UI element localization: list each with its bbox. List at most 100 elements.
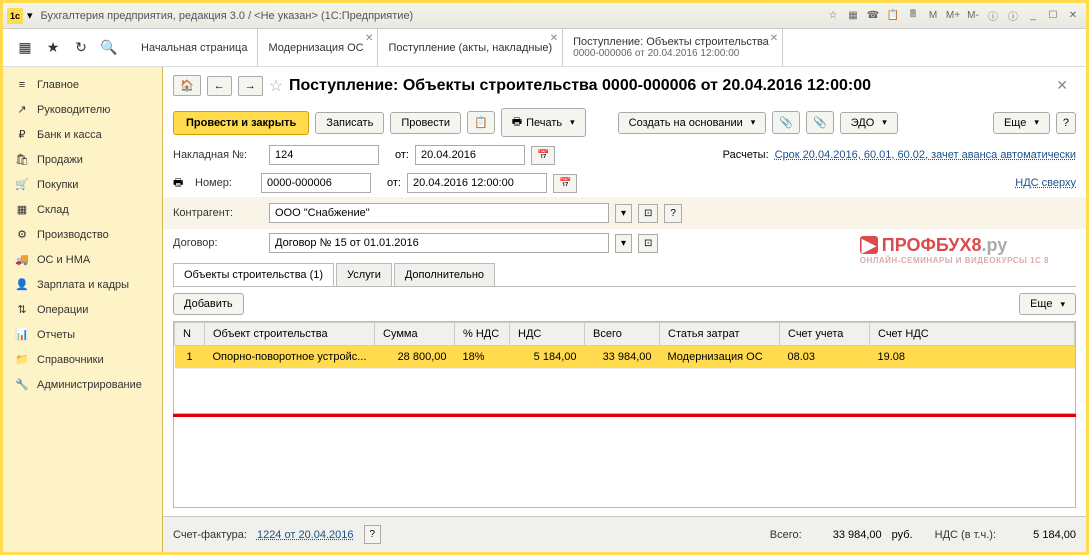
close-document-icon[interactable]: ✕ — [1048, 77, 1076, 94]
maximize-icon[interactable]: ☐ — [1044, 8, 1062, 24]
toolbar-m[interactable]: M — [924, 8, 942, 24]
tab-home[interactable]: Начальная страница — [131, 29, 258, 66]
subtab-additional[interactable]: Дополнительно — [394, 263, 495, 286]
tab-close-icon[interactable]: ✕ — [770, 33, 778, 44]
calculations-link[interactable]: Срок 20.04.2016, 60.01, 60.02, зачет ава… — [775, 149, 1076, 161]
toolbar-mminus[interactable]: M- — [964, 8, 982, 24]
datetime-input[interactable] — [407, 173, 547, 193]
vat-total-label: НДС (в т.ч.): — [935, 529, 996, 541]
sidebar-item-directories[interactable]: 📁Справочники — [3, 347, 162, 372]
cell-acct[interactable]: 08.03 — [780, 346, 870, 369]
cell-vat-acct[interactable]: 19.08 — [870, 346, 1075, 369]
items-grid[interactable]: N Объект строительства Сумма % НДС НДС В… — [173, 321, 1076, 414]
dropdown-icon[interactable]: ▾ — [615, 234, 632, 253]
transfer-icon: ⇅ — [15, 303, 29, 316]
toolbar-icon[interactable]: ▦ — [844, 8, 862, 24]
create-based-button[interactable]: Создать на основании — [618, 112, 767, 134]
minimize-icon[interactable]: _ — [1024, 8, 1042, 24]
info-icon[interactable]: ⓘ — [1004, 8, 1022, 24]
calendar-icon[interactable]: 📅 — [531, 146, 555, 165]
cell-vat[interactable]: 5 184,00 — [510, 346, 585, 369]
movements-button[interactable]: 📋 — [467, 111, 495, 134]
help-icon[interactable]: ? — [364, 525, 382, 544]
cell-sum[interactable]: 28 800,00 — [375, 346, 455, 369]
star-icon[interactable]: ★ — [43, 38, 63, 58]
tab-modernization[interactable]: Модернизация ОС✕ — [258, 29, 378, 66]
tab-current-doc[interactable]: Поступление: Объекты строительства0000-0… — [563, 29, 783, 66]
edo-button[interactable]: ЭДО — [840, 112, 898, 134]
subtab-objects[interactable]: Объекты строительства (1) — [173, 263, 334, 286]
print-button[interactable]: 🖶 Печать — [501, 108, 586, 137]
toolbar-mplus[interactable]: M+ — [944, 8, 962, 24]
history-icon[interactable]: ↻ — [71, 38, 91, 58]
sidebar-item-main[interactable]: ≡Главное — [3, 73, 162, 97]
contract-input[interactable] — [269, 233, 609, 253]
vat-mode-link[interactable]: НДС сверху — [1015, 177, 1076, 189]
person-icon: 👤 — [15, 278, 29, 291]
forward-button[interactable]: → — [238, 76, 263, 96]
toolbar-icon[interactable]: 🖩 — [904, 8, 922, 24]
table-row[interactable]: 1 Опорно-поворотное устройс... 28 800,00… — [175, 346, 1075, 369]
post-button[interactable]: Провести — [390, 112, 461, 134]
sidebar-item-sales[interactable]: 🛍Продажи — [3, 147, 162, 172]
col-sum[interactable]: Сумма — [375, 323, 455, 346]
col-cost-item[interactable]: Статья затрат — [660, 323, 780, 346]
help-button[interactable]: ? — [1056, 112, 1076, 134]
dropdown-icon[interactable]: ▾ — [27, 9, 33, 22]
tab-receipts[interactable]: Поступление (акты, накладные)✕ — [378, 29, 563, 66]
counterparty-input[interactable] — [269, 203, 609, 223]
sidebar-item-purchases[interactable]: 🛒Покупки — [3, 172, 162, 197]
open-icon[interactable]: ⊡ — [638, 234, 658, 253]
toolbar-icon[interactable]: 📋 — [884, 8, 902, 24]
sidebar-item-assets[interactable]: 🚚ОС и НМА — [3, 247, 162, 272]
printer-icon[interactable]: 🖶 — [173, 174, 189, 193]
table-more-button[interactable]: Еще — [1019, 293, 1076, 315]
number-input[interactable] — [261, 173, 371, 193]
invoice-sf-link[interactable]: 1224 от 20.04.2016 — [257, 529, 354, 541]
search-icon[interactable]: 🔍 — [99, 38, 119, 58]
back-button[interactable]: ← — [207, 76, 232, 96]
cell-cost-item[interactable]: Модернизация ОС — [660, 346, 780, 369]
invoice-date-input[interactable] — [415, 145, 525, 165]
help-icon[interactable]: ? — [664, 204, 682, 223]
post-and-close-button[interactable]: Провести и закрыть — [173, 111, 309, 135]
sidebar-item-admin[interactable]: 🔧Администрирование — [3, 372, 162, 397]
attach-button[interactable]: 📎 — [772, 111, 800, 134]
cell-vat-pct[interactable]: 18% — [455, 346, 510, 369]
add-row-button[interactable]: Добавить — [173, 293, 244, 315]
col-vat-pct[interactable]: % НДС — [455, 323, 510, 346]
col-acct[interactable]: Счет учета — [780, 323, 870, 346]
col-object[interactable]: Объект строительства — [205, 323, 375, 346]
toolbar-icon[interactable]: ☎ — [864, 8, 882, 24]
col-vat[interactable]: НДС — [510, 323, 585, 346]
toolbar-icon[interactable]: ☆ — [824, 8, 842, 24]
sidebar-item-production[interactable]: ⚙Производство — [3, 222, 162, 247]
sidebar-item-hr[interactable]: 👤Зарплата и кадры — [3, 272, 162, 297]
home-button[interactable]: 🏠 — [173, 75, 201, 96]
calendar-icon[interactable]: 📅 — [553, 174, 577, 193]
sidebar-item-bank[interactable]: ₽Банк и касса — [3, 122, 162, 147]
apps-icon[interactable]: ▦ — [15, 38, 35, 58]
open-icon[interactable]: ⊡ — [638, 204, 658, 223]
col-vat-acct[interactable]: Счет НДС — [870, 323, 1075, 346]
col-total[interactable]: Всего — [585, 323, 660, 346]
sidebar-item-warehouse[interactable]: ▦Склад — [3, 197, 162, 222]
cell-n[interactable]: 1 — [175, 346, 205, 369]
col-n[interactable]: N — [175, 323, 205, 346]
tab-close-icon[interactable]: ✕ — [365, 33, 373, 44]
favorite-icon[interactable]: ☆ — [269, 76, 283, 96]
tab-close-icon[interactable]: ✕ — [550, 33, 558, 44]
sidebar-item-operations[interactable]: ⇅Операции — [3, 297, 162, 322]
clip-button[interactable]: 📎 — [806, 111, 834, 134]
write-button[interactable]: Записать — [315, 112, 384, 134]
sidebar-item-reports[interactable]: 📊Отчеты — [3, 322, 162, 347]
subtab-services[interactable]: Услуги — [336, 263, 392, 286]
cell-total[interactable]: 33 984,00 — [585, 346, 660, 369]
cell-object[interactable]: Опорно-поворотное устройс... — [205, 346, 375, 369]
dropdown-icon[interactable]: ▾ — [615, 204, 632, 223]
close-icon[interactable]: ✕ — [1064, 8, 1082, 24]
more-button[interactable]: Еще — [993, 112, 1050, 134]
sidebar-item-manager[interactable]: ↗Руководителю — [3, 97, 162, 122]
invoice-no-input[interactable] — [269, 145, 379, 165]
info-icon[interactable]: ⓘ — [984, 8, 1002, 24]
